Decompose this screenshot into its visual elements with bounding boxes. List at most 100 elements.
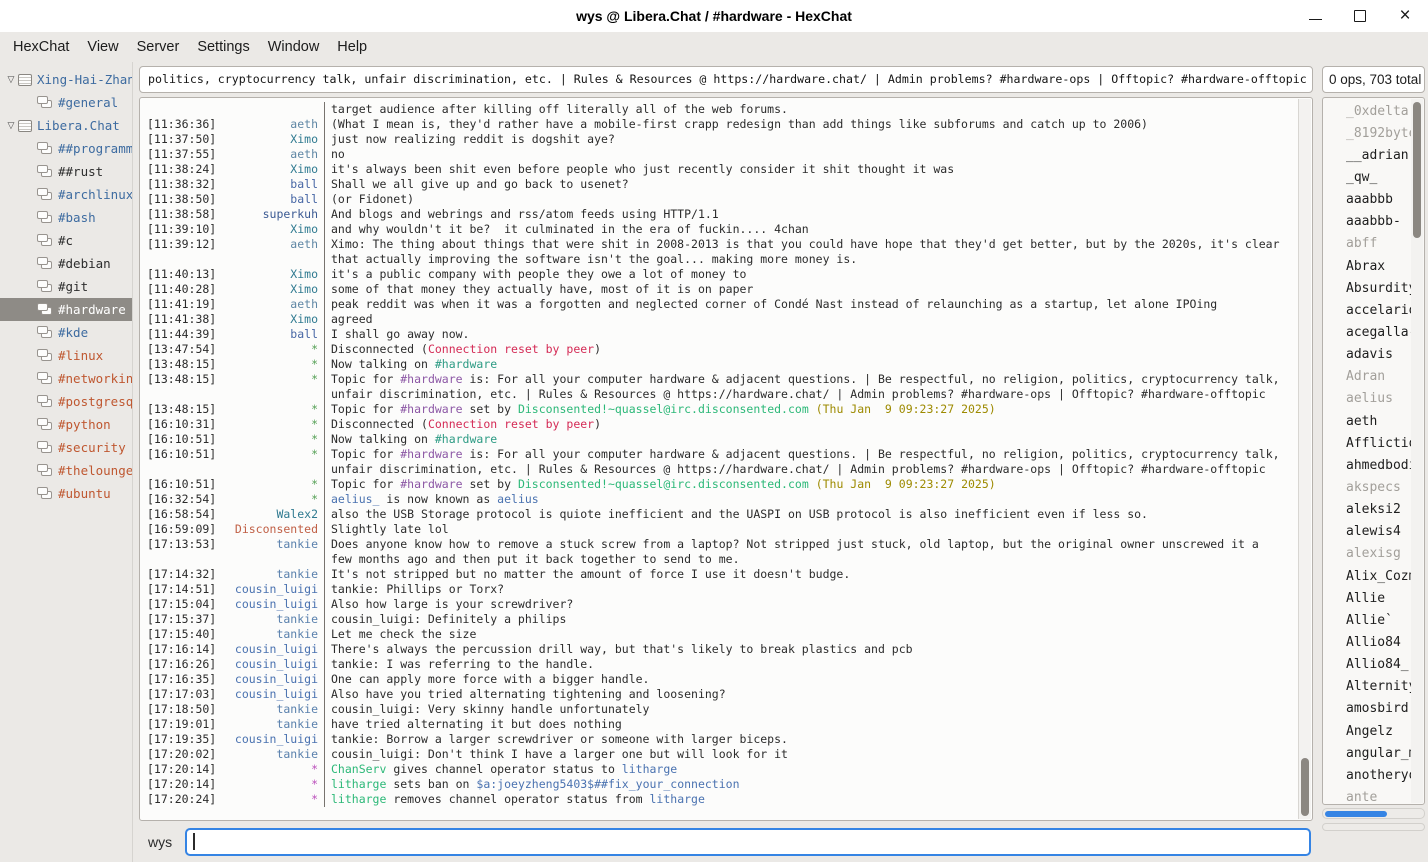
- nick[interactable]: cousin_luigi: [220, 732, 324, 747]
- titlebar[interactable]: wys @ Libera.Chat / #hardware - HexChat …: [0, 0, 1428, 32]
- user-item[interactable]: alexisg: [1323, 543, 1411, 565]
- userlist-hscrollbar[interactable]: [1322, 808, 1425, 819]
- nick[interactable]: *: [220, 447, 324, 462]
- nick[interactable]: *: [220, 432, 324, 447]
- user-item[interactable]: Abrax: [1323, 255, 1411, 277]
- nick[interactable]: cousin_luigi: [220, 582, 324, 597]
- nick[interactable]: cousin_luigi: [220, 597, 324, 612]
- tree-item--general[interactable]: #general: [0, 91, 132, 114]
- user-item[interactable]: _8192byte: [1323, 122, 1411, 144]
- minimize-button[interactable]: [1306, 7, 1324, 25]
- tree-item--programming[interactable]: ##programming: [0, 137, 132, 160]
- nick[interactable]: ball: [220, 177, 324, 192]
- nick[interactable]: tankie: [220, 612, 324, 627]
- user-item[interactable]: aaabbb: [1323, 189, 1411, 211]
- nick[interactable]: aeth: [220, 147, 324, 162]
- user-item[interactable]: acegalla-: [1323, 321, 1411, 343]
- expander-icon[interactable]: ▽: [4, 120, 18, 131]
- tree-item--archlinux[interactable]: #archlinux: [0, 183, 132, 206]
- nick[interactable]: aeth: [220, 117, 324, 132]
- nick[interactable]: *: [220, 792, 324, 807]
- user-item[interactable]: abff: [1323, 233, 1411, 255]
- user-item[interactable]: aelius: [1323, 388, 1411, 410]
- user-item[interactable]: Absurdity: [1323, 277, 1411, 299]
- tree-item-xing-hai-zhan[interactable]: ▽Xing-Hai-Zhan: [0, 68, 132, 91]
- user-item[interactable]: accelario: [1323, 299, 1411, 321]
- user-item[interactable]: aaabbb-: [1323, 211, 1411, 233]
- menu-item-hexchat[interactable]: HexChat: [4, 35, 78, 59]
- tree-item--hardware[interactable]: #hardware: [0, 298, 132, 321]
- user-item[interactable]: Alix_Cozm: [1323, 565, 1411, 587]
- menu-item-help[interactable]: Help: [328, 35, 376, 59]
- user-item[interactable]: anotheryo: [1323, 764, 1411, 786]
- user-item[interactable]: Allie: [1323, 587, 1411, 609]
- tree-item--bash[interactable]: #bash: [0, 206, 132, 229]
- user-item[interactable]: Allio84_: [1323, 654, 1411, 676]
- nick[interactable]: Ximo: [220, 132, 324, 147]
- nick[interactable]: cousin_luigi: [220, 642, 324, 657]
- user-item[interactable]: ante: [1323, 786, 1411, 804]
- user-item[interactable]: Angelz: [1323, 720, 1411, 742]
- nick[interactable]: tankie: [220, 702, 324, 717]
- user-item[interactable]: _0xdelta: [1323, 100, 1411, 122]
- nick[interactable]: Walex2: [220, 507, 324, 522]
- nick[interactable]: aeth: [220, 297, 324, 312]
- tree-item--c[interactable]: #c: [0, 229, 132, 252]
- tree-item--git[interactable]: #git: [0, 275, 132, 298]
- tree-item--kde[interactable]: #kde: [0, 321, 132, 344]
- user-item[interactable]: _qw_: [1323, 166, 1411, 188]
- nick[interactable]: Ximo: [220, 312, 324, 327]
- user-item[interactable]: Allie`: [1323, 609, 1411, 631]
- user-item[interactable]: __adrian: [1323, 144, 1411, 166]
- nick[interactable]: Disconsented: [220, 522, 324, 537]
- nick[interactable]: *: [220, 402, 324, 417]
- user-item[interactable]: amosbird: [1323, 698, 1411, 720]
- user-item[interactable]: aleksi2: [1323, 499, 1411, 521]
- nick[interactable]: tankie: [220, 747, 324, 762]
- topic-bar[interactable]: politics, cryptocurrency talk, unfair di…: [139, 66, 1313, 93]
- userlist-hscrollbar-secondary[interactable]: [1322, 823, 1425, 831]
- tree-item-libera-chat[interactable]: ▽Libera.Chat: [0, 114, 132, 137]
- nick[interactable]: ball: [220, 327, 324, 342]
- nick[interactable]: ball: [220, 192, 324, 207]
- nick[interactable]: Ximo: [220, 222, 324, 237]
- nick[interactable]: cousin_luigi: [220, 687, 324, 702]
- tree-item--postgresql[interactable]: #postgresql: [0, 390, 132, 413]
- user-item[interactable]: Afflictio: [1323, 432, 1411, 454]
- close-button[interactable]: ×: [1396, 7, 1414, 25]
- nick[interactable]: superkuh: [220, 207, 324, 222]
- menu-item-view[interactable]: View: [78, 35, 127, 59]
- tree-item--linux[interactable]: #linux: [0, 344, 132, 367]
- user-item[interactable]: Alternity: [1323, 676, 1411, 698]
- nick[interactable]: tankie: [220, 717, 324, 732]
- nick[interactable]: *: [220, 477, 324, 492]
- nick[interactable]: tankie: [220, 627, 324, 642]
- user-item[interactable]: alewis4: [1323, 521, 1411, 543]
- nick[interactable]: *: [220, 762, 324, 777]
- nick[interactable]: tankie: [220, 567, 324, 582]
- userlist-scrollbar-thumb[interactable]: [1413, 102, 1421, 238]
- user-item[interactable]: adavis: [1323, 344, 1411, 366]
- user-item[interactable]: akspecs: [1323, 476, 1411, 498]
- menu-item-window[interactable]: Window: [259, 35, 329, 59]
- user-item[interactable]: aeth: [1323, 410, 1411, 432]
- nick[interactable]: *: [220, 357, 324, 372]
- user-item[interactable]: ahmedbodi: [1323, 454, 1411, 476]
- message-input[interactable]: [185, 828, 1311, 856]
- tree-item--ubuntu[interactable]: #ubuntu: [0, 482, 132, 505]
- chat-scrollbar[interactable]: [1298, 99, 1311, 819]
- tree-item--networking[interactable]: #networking: [0, 367, 132, 390]
- tree-item--debian[interactable]: #debian: [0, 252, 132, 275]
- user-item[interactable]: angular_m: [1323, 742, 1411, 764]
- nick[interactable]: *: [220, 372, 324, 387]
- tree-item--thelounge[interactable]: #thelounge: [0, 459, 132, 482]
- nick[interactable]: aeth: [220, 237, 324, 252]
- tree-item--rust[interactable]: ##rust: [0, 160, 132, 183]
- nick[interactable]: cousin_luigi: [220, 657, 324, 672]
- nick[interactable]: Ximo: [220, 282, 324, 297]
- tree-item--python[interactable]: #python: [0, 413, 132, 436]
- nick[interactable]: Ximo: [220, 267, 324, 282]
- chat-scrollbar-thumb[interactable]: [1301, 758, 1309, 816]
- menu-item-server[interactable]: Server: [128, 35, 189, 59]
- nick[interactable]: *: [220, 417, 324, 432]
